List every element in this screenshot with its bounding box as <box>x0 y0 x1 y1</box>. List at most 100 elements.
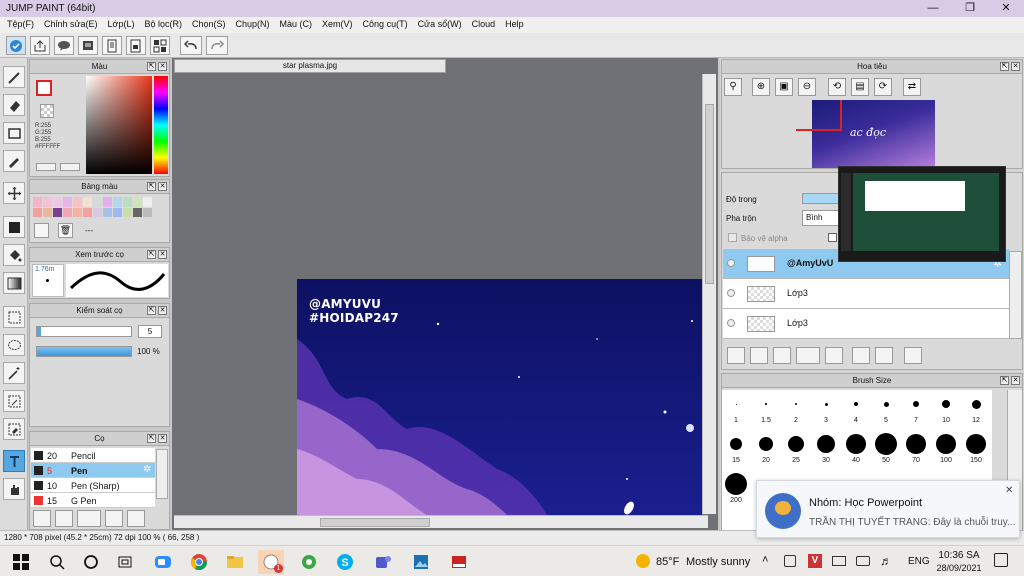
horizontal-scroll-thumb[interactable] <box>320 518 430 527</box>
brush-item[interactable]: 15 G Pen <box>31 493 155 508</box>
swatch[interactable] <box>93 207 102 217</box>
document-tab[interactable]: star plasma.jpg <box>174 59 446 73</box>
layer-row[interactable]: Lớp3 <box>723 309 1009 339</box>
select-rect-icon[interactable] <box>3 306 25 328</box>
bucket-tool-icon[interactable] <box>3 244 25 266</box>
clock-time[interactable]: 10:36 SA <box>936 550 982 561</box>
video-overlay[interactable] <box>838 166 1006 262</box>
menu-filter[interactable]: Bộ lọc(R) <box>139 17 187 33</box>
size-value[interactable]: 5 <box>138 325 162 338</box>
photos-icon[interactable] <box>408 550 434 574</box>
fill-rect-icon[interactable] <box>3 216 25 238</box>
brush-size-cell[interactable]: 50 <box>872 430 900 468</box>
new-brush-icon[interactable] <box>55 510 73 527</box>
brush-size-cell[interactable]: 20 <box>752 430 780 468</box>
swatch[interactable] <box>83 207 92 217</box>
rotate-right-icon[interactable]: ⟳ <box>874 78 892 96</box>
swatch[interactable] <box>103 207 112 217</box>
brush-size-cell[interactable]: 1 <box>722 390 750 428</box>
pen-tool-icon[interactable] <box>3 66 25 88</box>
select-eraser-icon[interactable] <box>3 418 25 440</box>
file-explorer-icon[interactable] <box>222 550 248 574</box>
panel-float-icon[interactable]: ⇱ <box>1000 62 1009 71</box>
fit-window-icon[interactable]: ▣ <box>775 78 793 96</box>
layer-row[interactable]: Lớp3 <box>723 279 1009 309</box>
teams-icon[interactable] <box>370 550 396 574</box>
check-icon[interactable] <box>6 36 26 55</box>
canvas-vertical-scrollbar[interactable] <box>702 74 716 514</box>
visibility-icon[interactable] <box>727 259 735 267</box>
swatch[interactable] <box>113 207 122 217</box>
chrome-icon[interactable] <box>186 550 212 574</box>
opacity-slider[interactable] <box>36 346 132 357</box>
canvas-horizontal-scrollbar[interactable] <box>174 515 708 528</box>
messenger-app-icon[interactable]: 1 <box>258 550 284 574</box>
swatch[interactable] <box>53 207 62 217</box>
brush-settings-icon[interactable] <box>33 510 51 527</box>
swatch[interactable] <box>33 197 42 207</box>
panel-close-icon[interactable]: ✕ <box>158 250 167 259</box>
layer-folder-icon[interactable] <box>825 347 843 364</box>
swatch[interactable] <box>63 197 72 207</box>
panel-float-icon[interactable]: ⇱ <box>147 182 156 191</box>
weather-text[interactable]: Mostly sunny <box>686 556 750 568</box>
trash-icon[interactable]: 🗑 <box>58 223 73 238</box>
blend-mode-select[interactable]: Bình thườ <box>802 210 842 226</box>
brush-size-cell[interactable]: 100 <box>932 430 960 468</box>
weather-sun-icon[interactable] <box>636 554 650 568</box>
brush-list-scrollbar[interactable] <box>156 449 168 499</box>
brush-item[interactable]: 20 Pencil <box>31 448 155 463</box>
grid-icon[interactable] <box>150 36 170 55</box>
color-toggle-a[interactable] <box>36 163 56 171</box>
brush-size-cell[interactable]: 5 <box>872 390 900 428</box>
zoom-app-icon[interactable] <box>150 550 176 574</box>
zoom-out-icon[interactable]: ⊖ <box>798 78 816 96</box>
menu-capture[interactable]: Chụp(N) <box>231 17 275 33</box>
vertical-scroll-thumb[interactable] <box>705 104 714 284</box>
brush-size-cell[interactable]: 10 <box>932 390 960 428</box>
brush-size-cell[interactable]: 200 <box>722 470 750 508</box>
swatch[interactable] <box>113 197 122 207</box>
menu-tools[interactable]: Công cụ(T) <box>358 17 413 33</box>
teams-notification[interactable]: Nhóm: Học Powerpoint TRẦN THỊ TUYẾT TRAN… <box>756 480 1020 538</box>
page-icon[interactable] <box>126 36 146 55</box>
panel-close-icon[interactable]: ✕ <box>158 182 167 191</box>
meet-now-icon[interactable] <box>784 555 796 567</box>
transparent-color[interactable] <box>40 104 54 118</box>
undo-icon[interactable] <box>180 36 202 55</box>
zoom-in-icon[interactable]: ⊕ <box>752 78 770 96</box>
flip-icon[interactable]: ⇄ <box>903 78 921 96</box>
menu-layer[interactable]: Lớp(L) <box>103 17 140 33</box>
menu-window[interactable]: Cửa sổ(W) <box>413 17 467 33</box>
new-layer-icon[interactable] <box>727 347 745 364</box>
panel-float-icon[interactable]: ⇱ <box>1000 376 1009 385</box>
move-tool-icon[interactable] <box>3 182 25 204</box>
gear-icon[interactable]: ✲ <box>143 464 151 475</box>
select-pen-icon[interactable] <box>3 390 25 412</box>
swatch[interactable] <box>33 207 42 217</box>
zoom-fit-icon[interactable]: ⚲ <box>724 78 742 96</box>
swatch[interactable] <box>93 197 102 207</box>
swatch[interactable] <box>143 207 152 217</box>
notification-center-icon[interactable] <box>994 553 1008 567</box>
swatch[interactable] <box>73 207 82 217</box>
panel-close-icon[interactable]: ✕ <box>1011 376 1020 385</box>
hand-tool-icon[interactable] <box>3 478 25 500</box>
brush-size-cell[interactable]: 3 <box>812 390 840 428</box>
duplicate-layer-icon[interactable] <box>852 347 870 364</box>
protect-alpha-checkbox[interactable] <box>728 233 737 242</box>
close-button[interactable]: ✕ <box>989 0 1023 17</box>
menu-cloud[interactable]: Cloud <box>467 17 501 33</box>
visibility-icon[interactable] <box>727 319 735 327</box>
layer-opacity-slider[interactable] <box>802 193 842 204</box>
brush-tool-icon[interactable] <box>3 150 25 172</box>
cortana-icon[interactable] <box>78 550 104 574</box>
panel-float-icon[interactable]: ⇱ <box>147 434 156 443</box>
panel-close-icon[interactable]: ✕ <box>158 434 167 443</box>
panel-close-icon[interactable]: ✕ <box>1011 62 1020 71</box>
rotate-left-icon[interactable]: ⟲ <box>828 78 846 96</box>
close-icon[interactable]: ✕ <box>1005 485 1013 496</box>
panel-float-icon[interactable]: ⇱ <box>147 250 156 259</box>
text-tool-icon[interactable] <box>3 450 25 472</box>
coccoc-icon[interactable] <box>296 550 322 574</box>
